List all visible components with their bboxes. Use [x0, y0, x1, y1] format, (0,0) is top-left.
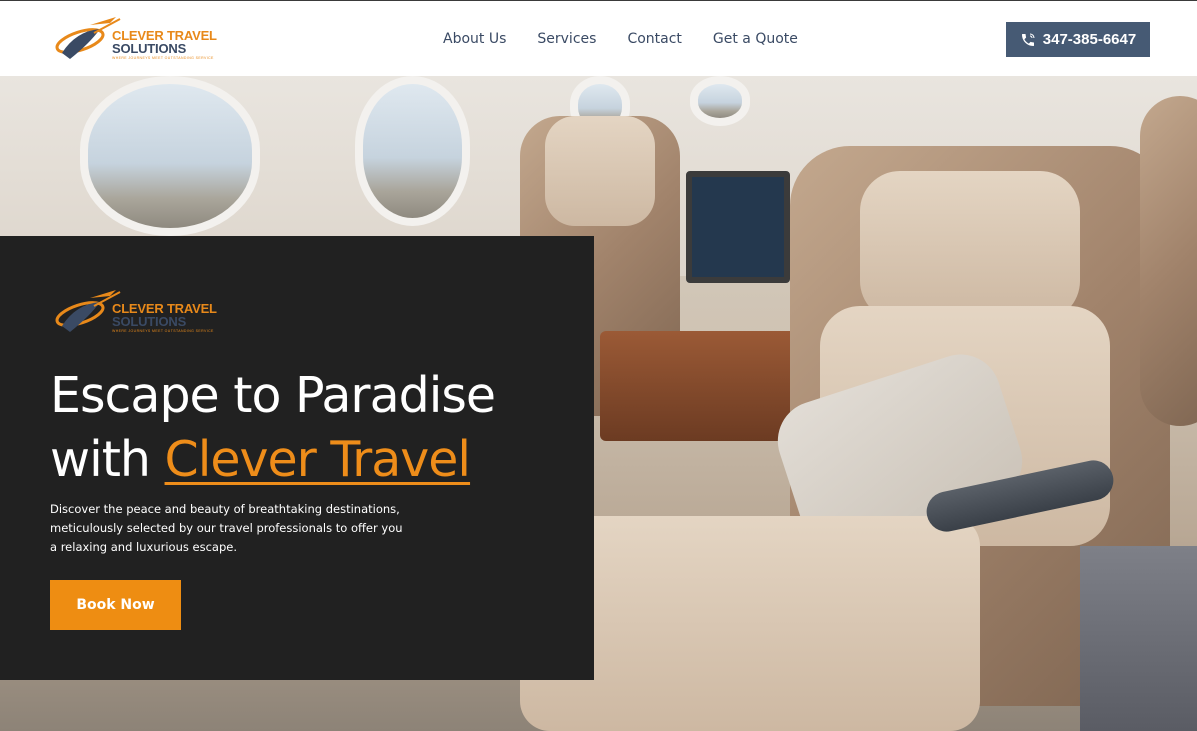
panel-logo-wordmark: CLEVER TRAVEL SOLUTIONS WHERE JOURNEYS M…: [112, 302, 217, 334]
headline-line2-prefix: with: [50, 431, 165, 488]
phone-icon: [1021, 32, 1035, 46]
logo-tagline: WHERE JOURNEYS MEET OUTSTANDING SERVICE: [112, 329, 214, 333]
nav-services[interactable]: Services: [537, 31, 596, 47]
logo-tagline: WHERE JOURNEYS MEET OUTSTANDING SERVICE: [112, 56, 214, 60]
hero-content-panel: CLEVER TRAVEL SOLUTIONS WHERE JOURNEYS M…: [0, 236, 594, 680]
seat-headrest-main: [860, 171, 1080, 321]
logo-line2: SOLUTIONS: [112, 41, 187, 56]
headline-line1: Escape to Paradise: [50, 367, 496, 424]
cabin-window: [355, 76, 470, 226]
cabin-window: [690, 76, 750, 126]
logo-line2: SOLUTIONS: [112, 314, 187, 329]
phone-number: 347-385-6647: [1042, 31, 1137, 48]
nav-about-us[interactable]: About Us: [443, 31, 506, 47]
seat-headrest-left: [545, 116, 655, 226]
logo-wordmark: CLEVER TRAVEL SOLUTIONS WHERE JOURNEYS M…: [112, 29, 217, 61]
book-now-button[interactable]: Book Now: [50, 580, 181, 630]
hero-headline: Escape to Paradise with Clever Travel: [50, 364, 570, 492]
hero-description: Discover the peace and beauty of breatht…: [50, 502, 403, 554]
side-console: [600, 331, 800, 441]
seat-shell-right: [1140, 96, 1197, 426]
seat-monitor: [686, 171, 790, 283]
site-header: CLEVER TRAVEL SOLUTIONS WHERE JOURNEYS M…: [0, 0, 1197, 76]
nav-get-a-quote[interactable]: Get a Quote: [713, 31, 798, 47]
cabin-window: [80, 76, 260, 236]
headline-accent-link[interactable]: Clever Travel: [165, 431, 471, 488]
nav-contact[interactable]: Contact: [627, 31, 681, 47]
main-nav: About Us Services Contact Get a Quote: [443, 31, 829, 47]
cabin-floor: [1080, 546, 1197, 731]
phone-button[interactable]: 347-385-6647: [1006, 22, 1150, 57]
